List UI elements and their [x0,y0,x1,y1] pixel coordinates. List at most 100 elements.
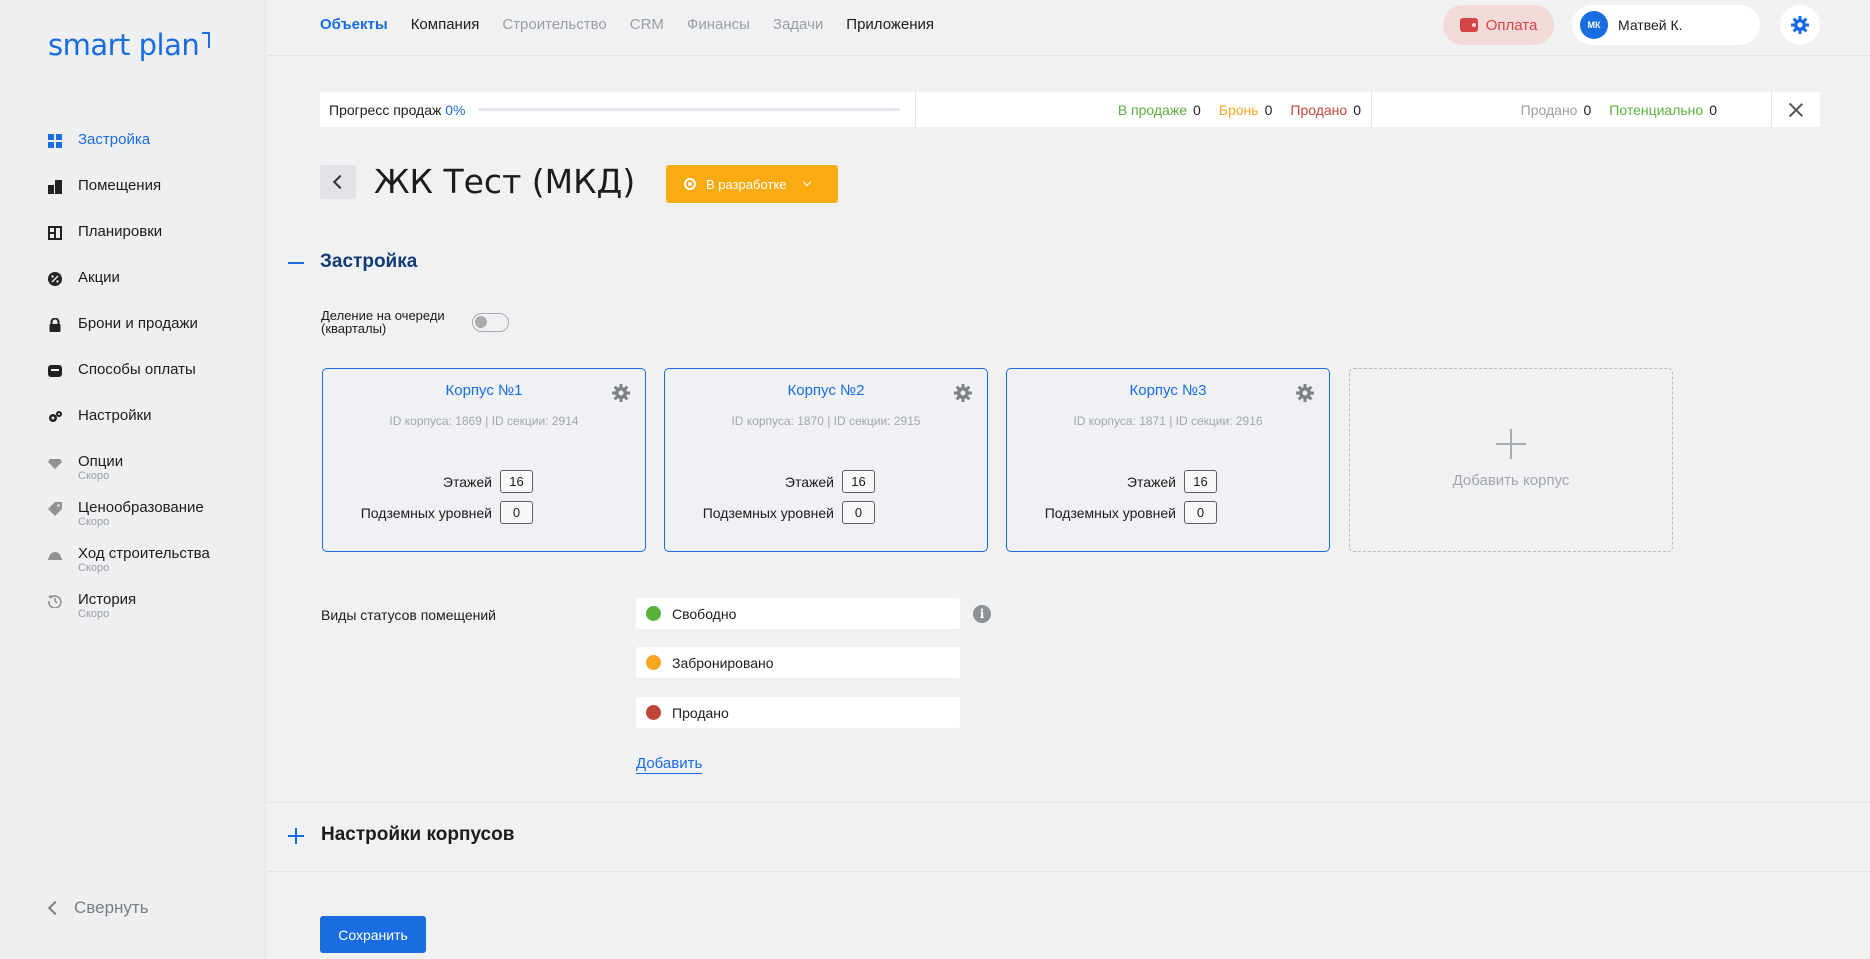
sidebar-item-label: Опции [78,453,124,470]
statuses-label: Виды статусов помещений [321,607,496,623]
section2-title[interactable]: Настройки корпусов [321,824,514,846]
potential-count: 0 [1709,101,1717,118]
sold-total-label: Продано [1520,101,1578,118]
sidebar-item-broni[interactable]: Брони и продажи [48,312,258,358]
collapse-section-toggle[interactable] [288,262,304,264]
topnav-item-tasks[interactable]: Задачи [773,16,823,33]
topnav-item-apps[interactable]: Приложения [846,16,934,33]
status-item-sold[interactable]: Продано [636,697,960,728]
underground-label: Подземных уровней [360,504,492,521]
building-card[interactable]: Корпус №1 ID корпуса: 1869 | ID секции: … [322,368,646,552]
status-label: В разработке [706,176,787,192]
underground-label: Подземных уровней [1044,504,1176,521]
collapse-sidebar-button[interactable]: Свернуть [47,898,149,918]
progress-percent: 0% [445,101,466,118]
status-item-booked[interactable]: Забронировано [636,647,960,678]
chevron-left-icon [47,900,63,916]
save-button[interactable]: Сохранить [320,916,426,953]
underground-label: Подземных уровней [702,504,834,521]
tag-icon [48,502,62,516]
split-queues-toggle[interactable] [472,313,509,332]
floorplan-icon [48,226,62,240]
underground-value[interactable]: 0 [500,501,533,524]
status-item-label: Продано [672,704,729,721]
booked-count: 0 [1264,101,1273,118]
page-title: ЖК Тест (МКД) [374,162,636,201]
soon-badge: Скоро [78,562,110,574]
info-icon[interactable]: i [973,605,991,623]
building-title[interactable]: Корпус №1 [323,382,645,399]
sidebar-item-label: Ценообразование [78,499,204,516]
section-divider [267,871,1870,872]
sidebar-item-label: Планировки [78,223,163,240]
lock-icon [49,318,61,332]
gear-icon[interactable] [611,383,631,403]
sidebar-item-planirovki[interactable]: Планировки [48,220,258,266]
collapse-label: Свернуть [74,898,149,917]
user-menu[interactable]: МК Матвей К. [1572,5,1760,45]
topnav-item-objects[interactable]: Объекты [320,16,388,33]
sidebar-item-istoriya[interactable]: История Скоро [48,588,258,634]
sidebar-item-oplata[interactable]: Способы оплаты [48,358,258,404]
settings-button[interactable] [1780,5,1820,45]
gear-icon[interactable] [953,383,973,403]
soon-badge: Скоро [78,516,110,528]
avatar: МК [1580,11,1608,39]
building-title[interactable]: Корпус №2 [665,382,987,399]
logo-text: smart plan [48,28,200,62]
close-icon [1789,103,1803,117]
add-building-button[interactable]: Добавить корпус [1349,368,1673,552]
gear-icon[interactable] [1295,383,1315,403]
helmet-icon [48,552,62,560]
floors-label: Этажей [784,473,834,490]
floors-value[interactable]: 16 [842,470,875,493]
sidebar-item-label: Застройка [78,131,151,148]
topnav-item-construction[interactable]: Строительство [502,16,606,33]
chevron-down-icon [803,177,812,187]
sidebar-nav: Застройка Помещения Планировки Акции Бро… [48,128,258,634]
diamond-icon [48,459,62,469]
underground-value[interactable]: 0 [842,501,875,524]
gear-icon [1791,16,1809,34]
logo[interactable]: smart plan [48,28,211,62]
sidebar-item-pomescheniya[interactable]: Помещения [48,174,258,220]
sidebar-item-tsenoobrazovanie[interactable]: Ценообразование Скоро [48,496,258,542]
add-status-link[interactable]: Добавить [636,755,703,774]
expand-section-toggle[interactable] [288,828,304,844]
back-button[interactable] [320,165,356,199]
grid-icon [48,134,62,148]
history-icon [48,595,62,608]
sidebar-item-label: Акции [78,269,120,286]
soon-badge: Скоро [78,470,110,482]
topnav-item-finance[interactable]: Финансы [687,16,750,33]
project-status-dropdown[interactable]: В разработке [666,165,838,203]
status-color-dot [646,606,661,621]
sidebar-item-hod-stroitelstva[interactable]: Ход строительства Скоро [48,542,258,588]
underground-value[interactable]: 0 [1184,501,1217,524]
status-color-dot [646,705,661,720]
sidebar-item-aktsii[interactable]: Акции [48,266,258,312]
topnav-item-crm[interactable]: CRM [630,16,664,33]
sidebar-item-zastroyka[interactable]: Застройка [48,128,258,174]
sidebar-item-label: Брони и продажи [78,315,198,332]
close-strip-button[interactable] [1772,92,1820,127]
pay-button[interactable]: Оплата [1443,5,1554,45]
building-card[interactable]: Корпус №2 ID корпуса: 1870 | ID секции: … [664,368,988,552]
building-card[interactable]: Корпус №3 ID корпуса: 1871 | ID секции: … [1006,368,1330,552]
sidebar: smart plan Застройка Помещения Планировк… [0,0,266,959]
user-name: Матвей К. [1618,17,1683,33]
on-sale-count: 0 [1193,101,1201,118]
sales-progress-strip: Прогресс продаж 0% В продаже 0 Бронь 0 Про… [320,92,1820,127]
floors-value[interactable]: 16 [500,470,533,493]
sidebar-item-optsii[interactable]: Опции Скоро [48,450,258,496]
section-title: Застройка [320,251,418,272]
building-title[interactable]: Корпус №3 [1007,382,1329,399]
status-item-free[interactable]: Свободно [636,598,960,629]
building-ids: ID корпуса: 1869 | ID секции: 2914 [389,414,579,428]
sidebar-item-nastroyki[interactable]: Настройки [48,404,258,450]
topnav-item-company[interactable]: Компания [411,16,480,33]
floors-value[interactable]: 16 [1184,470,1217,493]
topbar-divider [267,55,1870,56]
sold-label: Продано [1290,101,1348,118]
chevron-left-icon [332,174,348,190]
